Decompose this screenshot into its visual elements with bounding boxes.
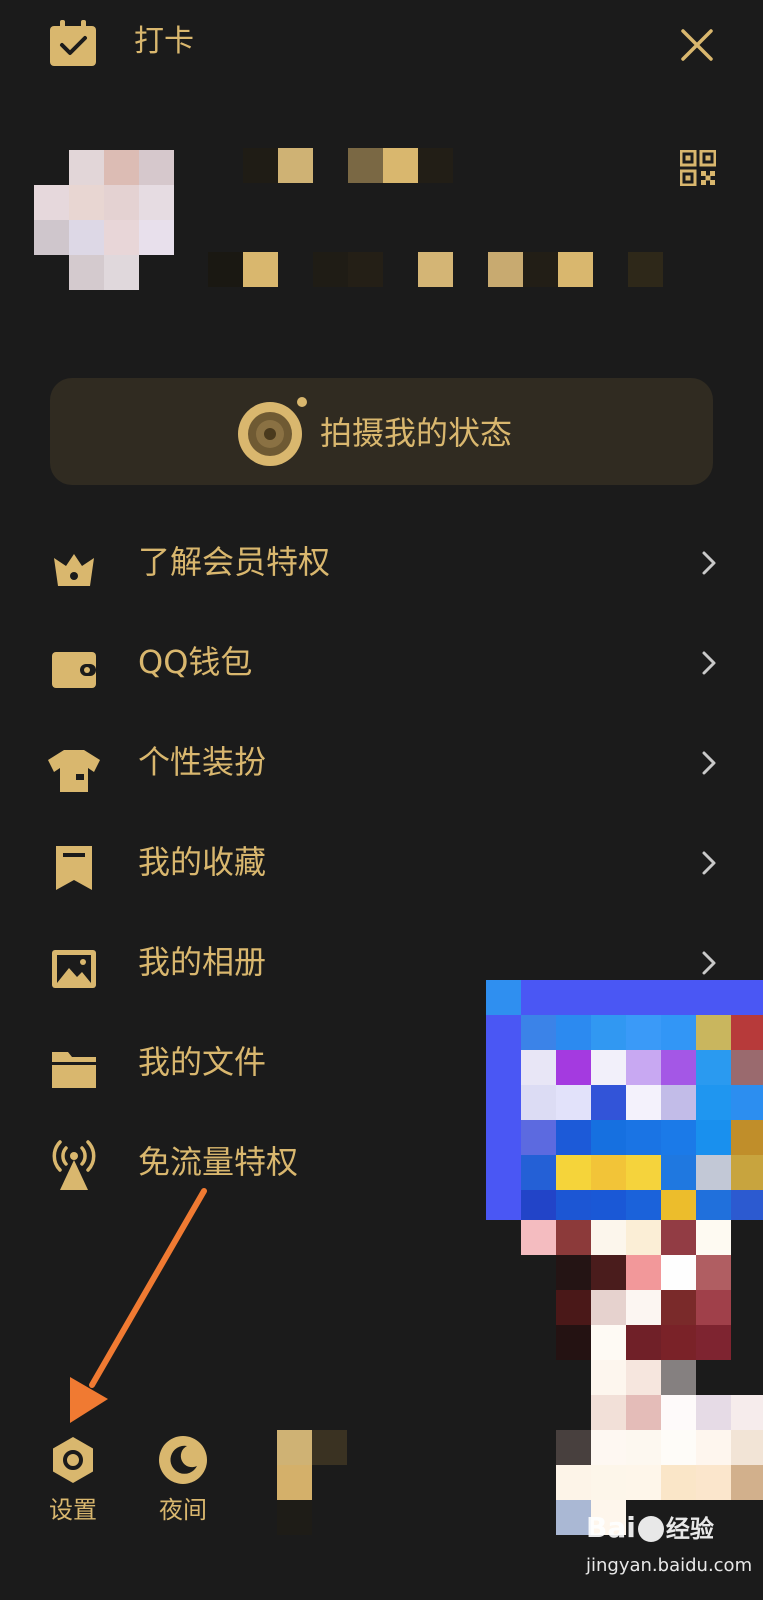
chevron-right-icon (700, 850, 718, 876)
settings-hexagon-icon (47, 1434, 99, 1486)
signature-redacted (208, 252, 668, 288)
menu-item-favorites[interactable]: 我的收藏 (0, 822, 763, 922)
settings-label: 设置 (49, 1496, 97, 1524)
baidu-watermark-logo: Bai 经验 jingyan.baidu.com (586, 1508, 756, 1588)
photo-icon (50, 946, 98, 994)
chevron-right-icon (700, 750, 718, 776)
watermark-brand: Bai (586, 1511, 636, 1544)
menu-item-dressup[interactable]: 个性装扮 (0, 722, 763, 822)
shoot-status-label: 拍摄我的状态 (320, 414, 513, 452)
avatar[interactable] (34, 150, 174, 290)
folder-icon (50, 1046, 98, 1094)
wallet-icon (50, 646, 98, 694)
menu-label-dressup: 个性装扮 (138, 743, 267, 781)
watermark-brand-cn: 经验 (665, 1515, 714, 1543)
paw-icon (637, 1516, 664, 1542)
calendar-check-icon[interactable] (48, 18, 98, 68)
bookmark-icon (50, 844, 98, 892)
menu-item-wallet[interactable]: QQ钱包 (0, 622, 763, 722)
menu-label-favorites: 我的收藏 (138, 843, 267, 881)
close-icon[interactable] (680, 28, 714, 62)
night-label: 夜间 (159, 1496, 207, 1524)
menu-label-album: 我的相册 (138, 943, 267, 981)
menu-label-files: 我的文件 (138, 1043, 267, 1081)
pixelated-image (486, 980, 763, 1560)
nickname-redacted (208, 148, 458, 184)
menu-label-wallet: QQ钱包 (138, 643, 253, 681)
qr-code-icon[interactable] (680, 150, 716, 186)
pixelated-weather-widget (277, 1430, 347, 1535)
watermark-url: jingyan.baidu.com (586, 1555, 753, 1576)
moon-icon (157, 1434, 209, 1486)
menu-item-vip[interactable]: 了解会员特权 (0, 522, 763, 622)
camera-lens-icon (236, 396, 308, 468)
checkin-label[interactable]: 打卡 (134, 22, 194, 62)
night-mode-button[interactable]: 夜间 (143, 1434, 223, 1526)
chevron-right-icon (700, 550, 718, 576)
signal-tower-icon (50, 1136, 98, 1190)
settings-button[interactable]: 设置 (33, 1434, 113, 1526)
menu-label-vip: 了解会员特权 (138, 543, 331, 581)
crown-icon (50, 546, 98, 594)
chevron-right-icon (700, 650, 718, 676)
menu-label-free-data: 免流量特权 (138, 1143, 299, 1181)
chevron-right-icon (700, 950, 718, 976)
top-bar (0, 0, 763, 90)
orange-arrow-annotation (60, 1185, 220, 1425)
shirt-icon (46, 746, 102, 794)
